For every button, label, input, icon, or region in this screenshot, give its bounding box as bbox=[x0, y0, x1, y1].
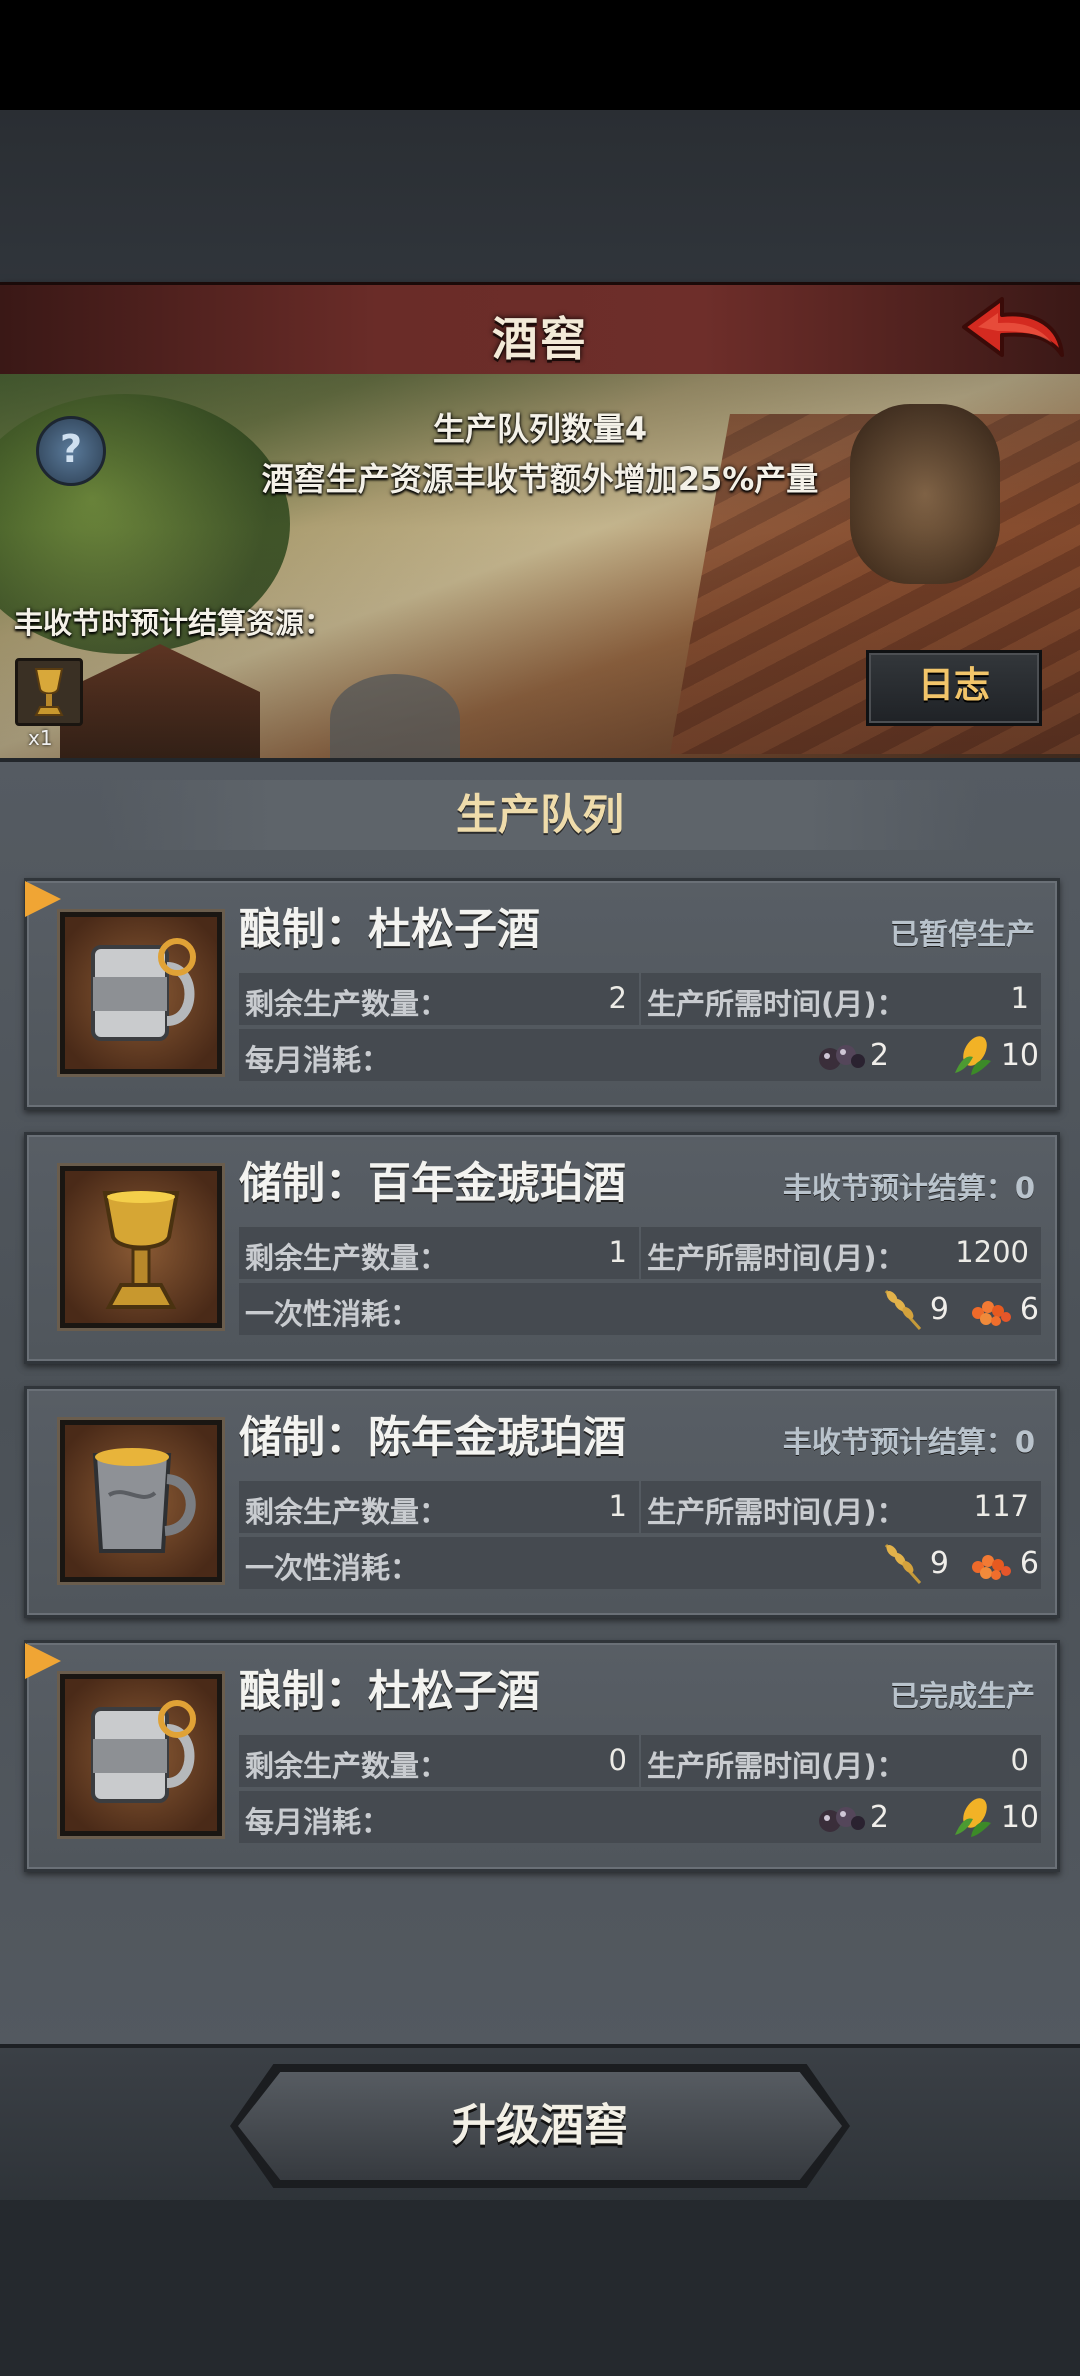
remaining-value: 1 bbox=[608, 1489, 627, 1523]
wheat-icon bbox=[884, 1543, 922, 1585]
amber-mug-icon bbox=[92, 1448, 196, 1553]
production-queue-panel: 生产队列 酿制：杜松子酒 已暂停生产 剩余生产数量： 2 生产所需时间(月)： … bbox=[0, 758, 1080, 2054]
product-icon-frame bbox=[60, 1420, 222, 1582]
consume-label: 每月消耗： bbox=[245, 1805, 391, 1839]
wheat-icon bbox=[884, 1289, 922, 1331]
back-arrow-button[interactable] bbox=[958, 293, 1068, 369]
resource-amount: 2 bbox=[869, 1037, 889, 1073]
product-icon-frame bbox=[60, 1166, 222, 1328]
corn-icon bbox=[954, 1798, 991, 1837]
remaining-label: 剩余生产数量： bbox=[245, 1749, 449, 1783]
log-button[interactable]: 日志 bbox=[866, 650, 1042, 726]
queue-count-text: 生产队列数量4 bbox=[432, 410, 648, 448]
queue-card[interactable]: 储制：百年金琥珀酒 丰收节预计结算：0 剩余生产数量： 1 生产所需时间(月)：… bbox=[24, 1132, 1060, 1364]
product-icon-frame bbox=[60, 912, 222, 1074]
resource-amount: 10 bbox=[1000, 1799, 1039, 1835]
time-label: 生产所需时间(月)： bbox=[647, 1241, 906, 1275]
remaining-value: 0 bbox=[608, 1743, 627, 1777]
consume-row: 一次性消耗： 9 6 bbox=[239, 1537, 1041, 1589]
remaining-row: 剩余生产数量： 2 bbox=[239, 973, 639, 1025]
queue-card[interactable]: 酿制：杜松子酒 已暂停生产 剩余生产数量： 2 生产所需时间(月)： 1 每月消… bbox=[24, 878, 1060, 1110]
queue-card[interactable]: 储制：陈年金琥珀酒 丰收节预计结算：0 剩余生产数量： 1 生产所需时间(月)：… bbox=[24, 1386, 1060, 1618]
status-bar-area bbox=[0, 0, 1080, 110]
remaining-label: 剩余生产数量： bbox=[245, 987, 449, 1021]
time-value: 0 bbox=[1010, 1743, 1029, 1777]
time-row: 生产所需时间(月)： 1 bbox=[641, 973, 1041, 1025]
resource-corn: 10 bbox=[951, 1797, 1039, 1837]
roe-icon bbox=[971, 1555, 1011, 1580]
active-flag-icon bbox=[25, 881, 61, 917]
product-icon-frame bbox=[60, 1674, 222, 1836]
tankard-icon bbox=[91, 938, 196, 1041]
resource-amount: 2 bbox=[869, 1799, 889, 1835]
time-label: 生产所需时间(月)： bbox=[647, 1495, 906, 1529]
product-name: 储制：陈年金琥珀酒 bbox=[239, 1413, 626, 1463]
berries-icon bbox=[818, 1807, 865, 1832]
remaining-row: 剩余生产数量： 0 bbox=[239, 1735, 639, 1787]
roe-icon bbox=[971, 1301, 1011, 1326]
background-upper bbox=[0, 110, 1080, 285]
berries-icon bbox=[818, 1045, 865, 1070]
time-row: 生产所需时间(月)： 117 bbox=[641, 1481, 1041, 1533]
remaining-value: 2 bbox=[608, 981, 627, 1015]
time-value: 1200 bbox=[955, 1235, 1029, 1269]
resource-wheat: 9 bbox=[880, 1289, 949, 1331]
resource-amount: 10 bbox=[1000, 1037, 1039, 1073]
time-row: 生产所需时间(月)： 1200 bbox=[641, 1227, 1041, 1279]
active-flag-icon bbox=[25, 1643, 61, 1679]
tankard-icon bbox=[91, 1700, 196, 1803]
upgrade-cellar-button[interactable]: 升级酒窖 bbox=[238, 2072, 842, 2180]
consume-row: 每月消耗： 2 10 bbox=[239, 1029, 1041, 1081]
resource-wheat: 9 bbox=[880, 1543, 949, 1585]
queue-title: 生产队列 bbox=[100, 780, 980, 850]
back-arrow-icon bbox=[962, 297, 1064, 357]
resource-amount: 9 bbox=[929, 1545, 949, 1581]
bonus-text: 酒窖生产资源丰收节额外增加25%产量 bbox=[261, 460, 819, 498]
resource-amount: 9 bbox=[929, 1291, 949, 1327]
consume-label: 一次性消耗： bbox=[245, 1297, 420, 1331]
corn-icon bbox=[954, 1036, 991, 1075]
resource-berries: 2 bbox=[816, 1797, 889, 1837]
golden-goblet-icon bbox=[102, 1191, 180, 1309]
resource-corn: 10 bbox=[951, 1035, 1039, 1075]
product-name: 酿制：杜松子酒 bbox=[239, 1667, 540, 1717]
remaining-label: 剩余生产数量： bbox=[245, 1241, 449, 1275]
resource-amount: 6 bbox=[1019, 1291, 1039, 1327]
harvest-estimate: 丰收节预计结算：0 bbox=[782, 1171, 1035, 1205]
consume-label: 一次性消耗： bbox=[245, 1551, 420, 1585]
resource-roe: 6 bbox=[966, 1543, 1039, 1583]
harvest-item-slot[interactable] bbox=[15, 658, 83, 726]
page-title: 酒窖 bbox=[492, 312, 588, 366]
time-label: 生产所需时间(月)： bbox=[647, 1749, 906, 1783]
queue-card[interactable]: 酿制：杜松子酒 已完成生产 剩余生产数量： 0 生产所需时间(月)： 0 每月消… bbox=[24, 1640, 1060, 1872]
production-status: 已完成生产 bbox=[889, 1679, 1035, 1713]
remaining-row: 剩余生产数量： 1 bbox=[239, 1227, 639, 1279]
consume-row: 每月消耗： 2 10 bbox=[239, 1791, 1041, 1843]
harvest-label: 丰收节时预计结算资源： bbox=[14, 606, 334, 640]
time-value: 1 bbox=[1010, 981, 1029, 1015]
resource-berries: 2 bbox=[816, 1035, 889, 1075]
time-value: 117 bbox=[973, 1489, 1029, 1523]
time-row: 生产所需时间(月)： 0 bbox=[641, 1735, 1041, 1787]
resource-roe: 6 bbox=[966, 1289, 1039, 1329]
consume-label: 每月消耗： bbox=[245, 1043, 391, 1077]
harvest-item-count: x1 bbox=[28, 726, 53, 750]
background-lower bbox=[0, 2200, 1080, 2376]
product-name: 酿制：杜松子酒 bbox=[239, 905, 540, 955]
product-name: 储制：百年金琥珀酒 bbox=[239, 1159, 626, 1209]
cellar-banner: ? 生产队列数量4 酒窖生产资源丰收节额外增加25%产量 丰收节时预计结算资源：… bbox=[0, 374, 1080, 758]
remaining-label: 剩余生产数量： bbox=[245, 1495, 449, 1529]
harvest-estimate: 丰收节预计结算：0 bbox=[782, 1425, 1035, 1459]
resource-amount: 6 bbox=[1019, 1545, 1039, 1581]
consume-row: 一次性消耗： 9 6 bbox=[239, 1283, 1041, 1335]
title-bar: 酒窖 bbox=[0, 282, 1080, 381]
production-status: 已暂停生产 bbox=[889, 917, 1035, 951]
remaining-value: 1 bbox=[608, 1235, 627, 1269]
goblet-icon bbox=[34, 668, 64, 716]
time-label: 生产所需时间(月)： bbox=[647, 987, 906, 1021]
remaining-row: 剩余生产数量： 1 bbox=[239, 1481, 639, 1533]
